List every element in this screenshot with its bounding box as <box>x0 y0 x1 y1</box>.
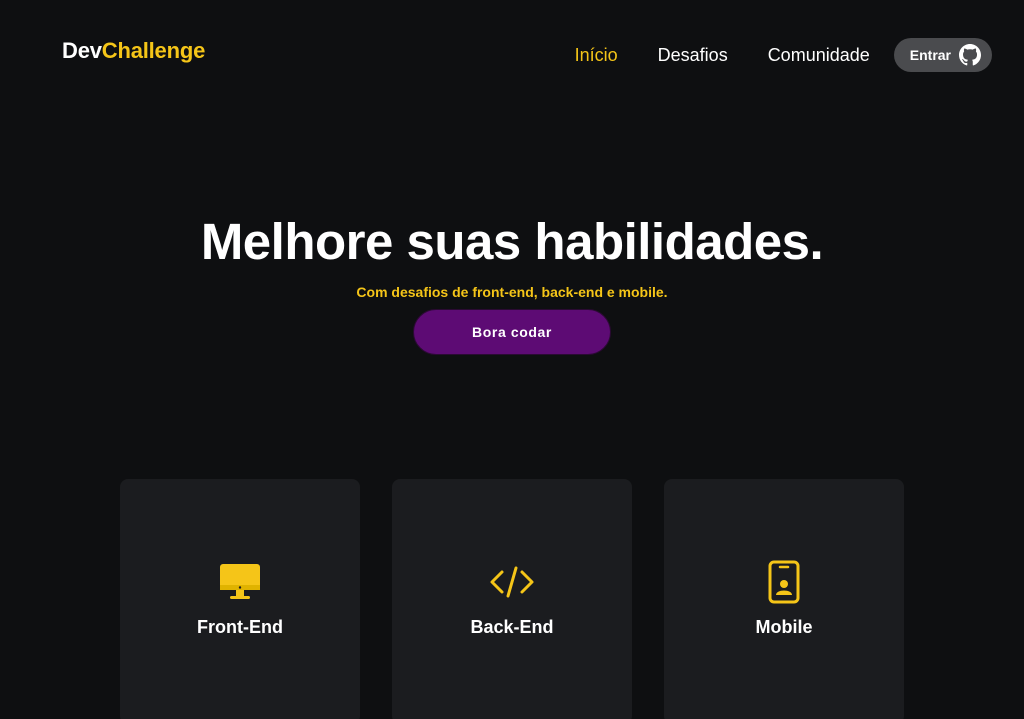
card-label: Back-End <box>470 617 554 637</box>
nav-link-desafios[interactable]: Desafios <box>658 38 728 72</box>
login-button-label: Entrar <box>909 47 951 63</box>
card-label: Mobile <box>755 617 813 637</box>
nav-link-inicio[interactable]: Início <box>575 38 618 72</box>
page: DevChallenge Início Desafios Comunidade … <box>0 0 1024 719</box>
login-button[interactable]: Entrar <box>893 38 992 72</box>
github-icon <box>959 44 981 66</box>
logo-challenge-text: Challenge <box>101 38 206 63</box>
main-nav: Início Desafios Comunidade Entrar <box>575 38 992 72</box>
card-mobile[interactable]: Mobile <box>664 479 904 719</box>
hero-subtitle: Com desafios de front-end, back-end e mo… <box>356 284 668 300</box>
nav-link-comunidade[interactable]: Comunidade <box>768 38 870 72</box>
logo-dev-text: Dev <box>62 38 102 63</box>
card-back-end[interactable]: Back-End <box>392 479 632 719</box>
code-icon <box>392 561 632 603</box>
hero-title: Melhore suas habilidades. <box>200 213 824 270</box>
monitor-icon <box>120 561 360 603</box>
card-front-end[interactable]: Front-End <box>120 479 360 719</box>
card-label: Front-End <box>197 617 283 637</box>
cta-button[interactable]: Bora codar <box>413 309 611 355</box>
smartphone-icon <box>664 560 904 604</box>
logo[interactable]: DevChallenge <box>62 38 205 64</box>
